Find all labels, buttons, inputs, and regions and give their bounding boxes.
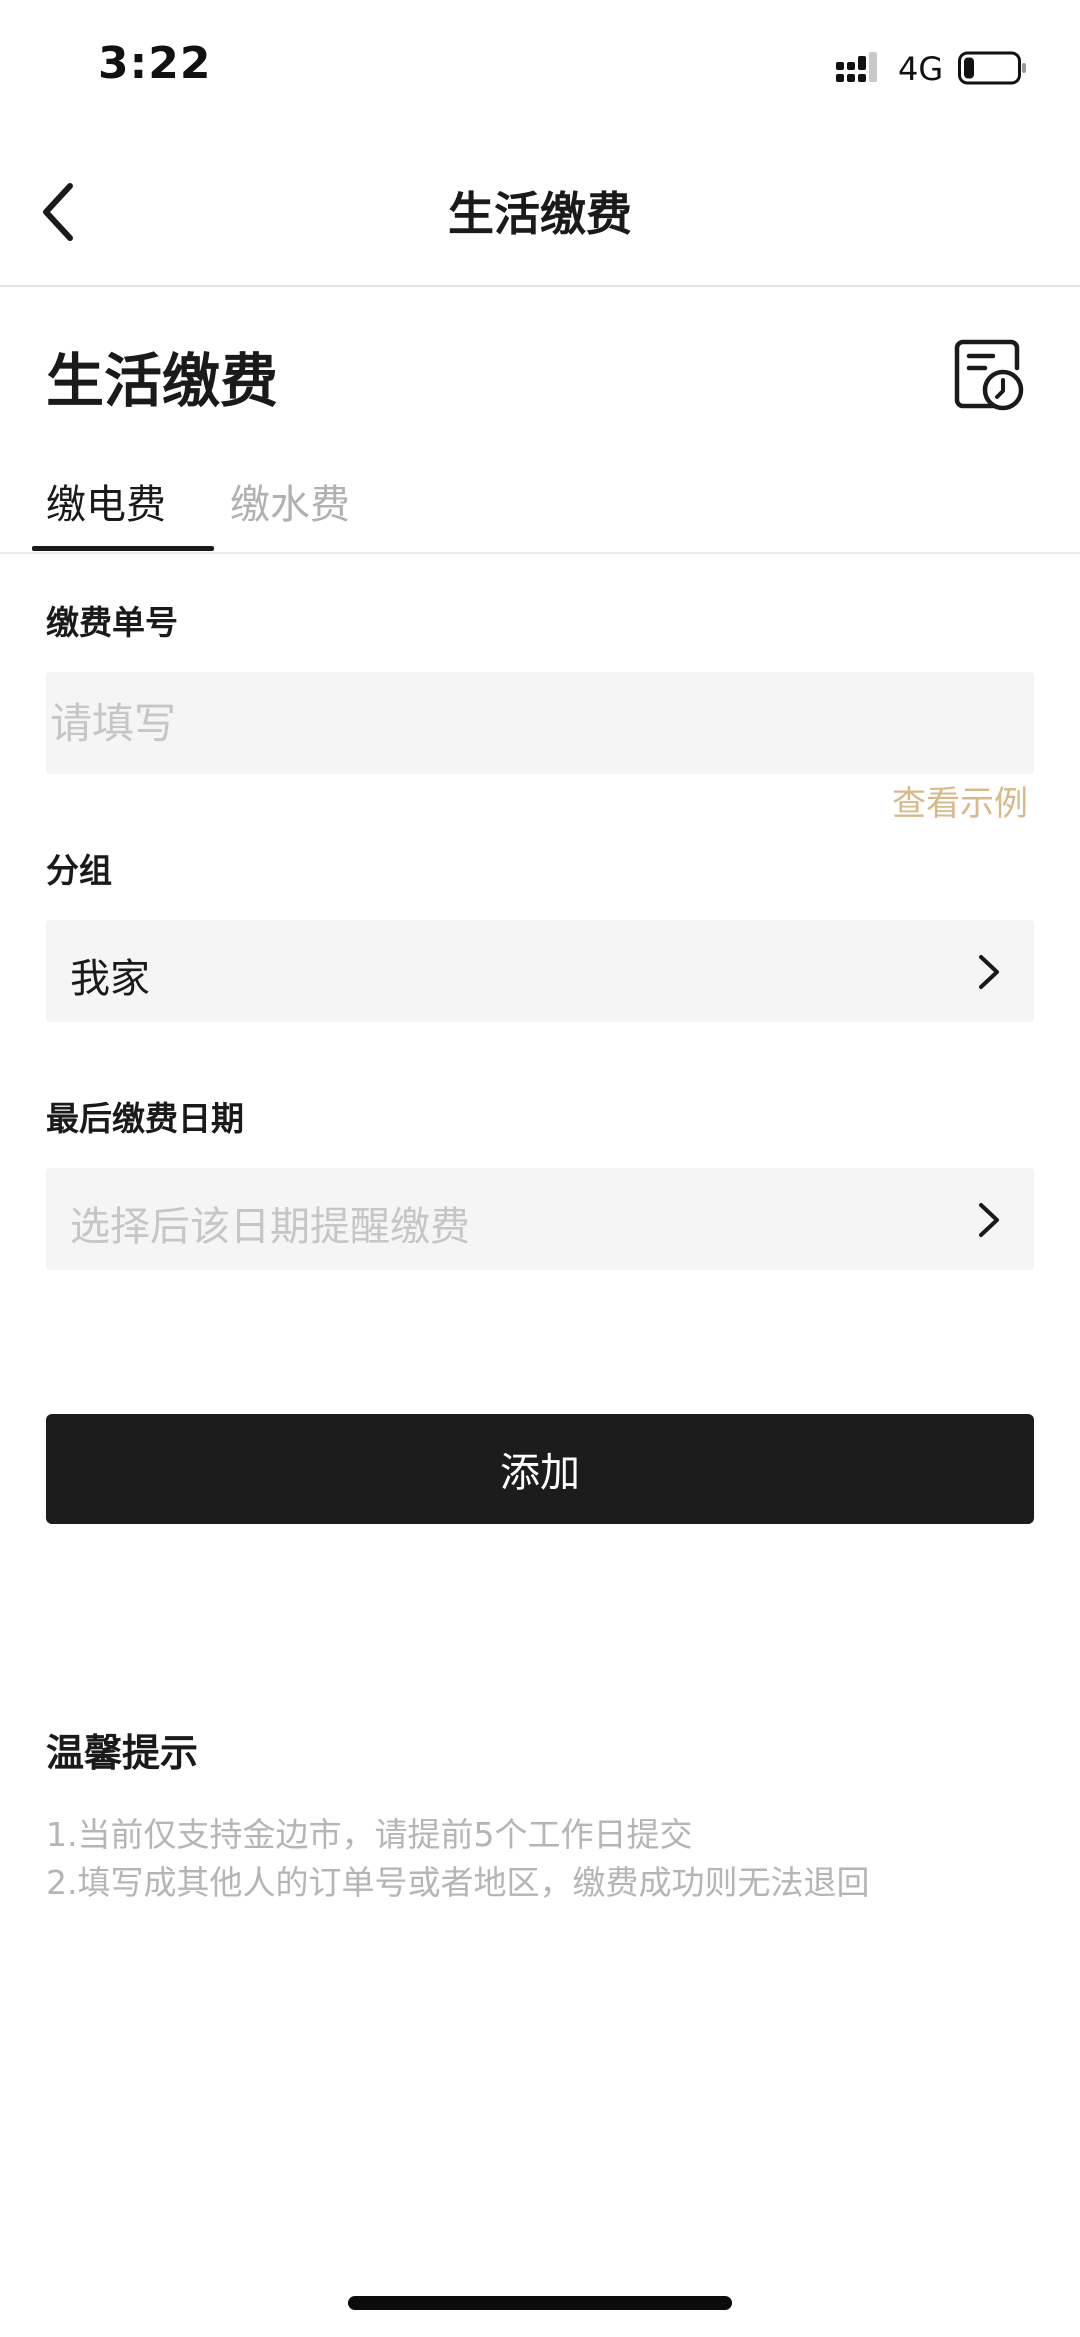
chevron-right-icon [979,955,999,989]
last-payment-date-label: 最后缴费日期 [46,1099,244,1138]
nav-title: 生活缴费 [448,187,632,241]
tab-water[interactable]: 缴水费 [230,472,350,530]
battery-icon [958,51,1026,85]
status-bar: 3:22 4G [0,0,1080,130]
last-payment-date-placeholder: 选择后该日期提醒缴费 [70,1204,470,1250]
view-example-link[interactable]: 查看示例 [892,776,1028,825]
tab-bar: 缴电费 缴水费 [0,460,1080,554]
tips-line: 2.填写成其他人的订单号或者地区，缴费成功则无法退回 [46,1863,870,1902]
bill-number-input[interactable] [46,672,1034,774]
nav-bar: 生活缴费 [0,130,1080,287]
status-time: 3:22 [98,38,212,89]
bill-number-label: 缴费单号 [46,603,178,642]
group-select[interactable]: 我家 [46,920,1034,1022]
network-type: 4G [898,50,944,88]
active-tab-indicator [32,546,214,551]
group-label: 分组 [46,851,112,890]
last-payment-date-select[interactable]: 选择后该日期提醒缴费 [46,1168,1034,1270]
add-button[interactable]: 添加 [46,1414,1034,1524]
tips-line: 1.当前仅支持金边市，请提前5个工作日提交 [46,1815,693,1854]
chevron-right-icon [979,1203,999,1237]
bill-number-field [46,672,1034,774]
page-title: 生活缴费 [46,347,279,415]
group-value: 我家 [70,956,150,1002]
signal-strength-icon [836,52,877,82]
home-indicator[interactable] [348,2296,732,2310]
bill-history-icon[interactable] [953,338,1025,412]
tips-title: 温馨提示 [46,1731,199,1775]
tab-electricity[interactable]: 缴电费 [46,472,166,530]
